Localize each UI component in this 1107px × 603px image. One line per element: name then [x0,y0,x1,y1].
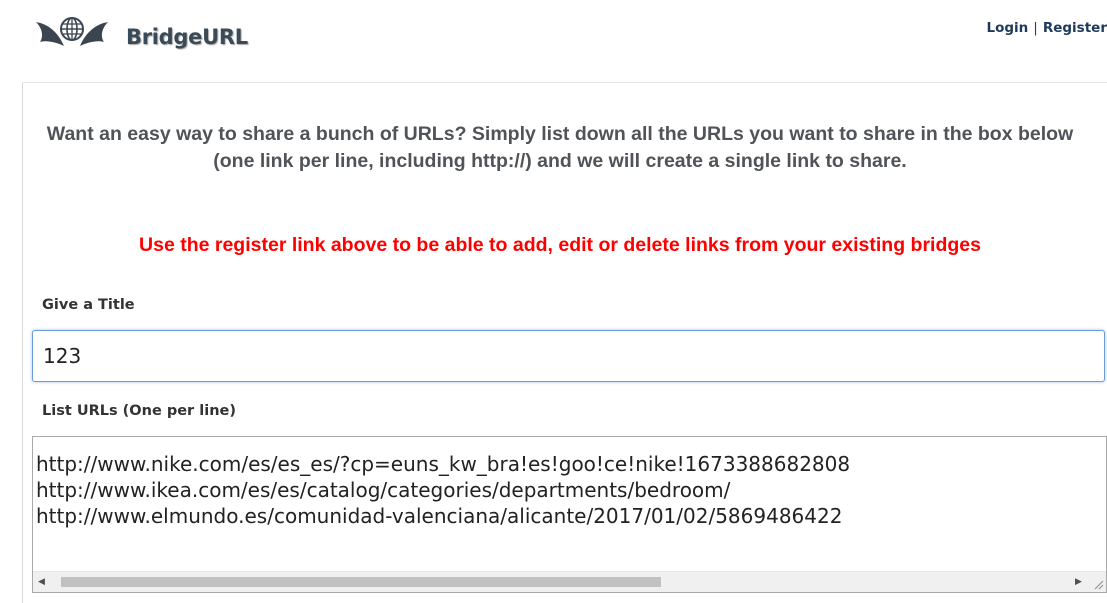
urls-label: List URLs (One per line) [42,403,236,419]
login-link[interactable]: Login [987,20,1029,36]
urls-textarea[interactable]: http://www.nike.com/es/es_es/?cp=euns_kw… [32,436,1107,593]
brand-logo[interactable]: BridgeURL [34,16,264,68]
horizontal-scrollbar[interactable]: ◀ ▶ [33,571,1106,592]
brand-name: BridgeURL [126,25,248,49]
resize-grip-icon[interactable] [1089,572,1106,592]
intro-text: Want an easy way to share a bunch of URL… [45,121,1075,175]
globe-bridge-icon [34,16,114,56]
site-header: BridgeURL Login| Register [0,0,1107,80]
url-line: http://www.nike.com/es/es_es/?cp=euns_kw… [36,451,1106,477]
scroll-left-icon[interactable]: ◀ [33,572,50,592]
register-notice: Use the register link above to be able t… [45,232,1075,276]
title-input[interactable] [32,330,1105,382]
url-line: http://www.ikea.com/es/es/catalog/catego… [36,477,1106,503]
top-nav: Login| Register [987,20,1107,40]
title-label: Give a Title [42,297,135,313]
scroll-right-icon[interactable]: ▶ [1070,572,1087,592]
register-link[interactable]: Register [1043,20,1107,36]
scrollbar-thumb[interactable] [61,577,661,587]
url-line: http://www.elmundo.es/comunidad-valencia… [36,503,1106,529]
urls-text-content: http://www.nike.com/es/es_es/?cp=euns_kw… [36,451,1106,529]
nav-separator: | [1033,20,1038,36]
